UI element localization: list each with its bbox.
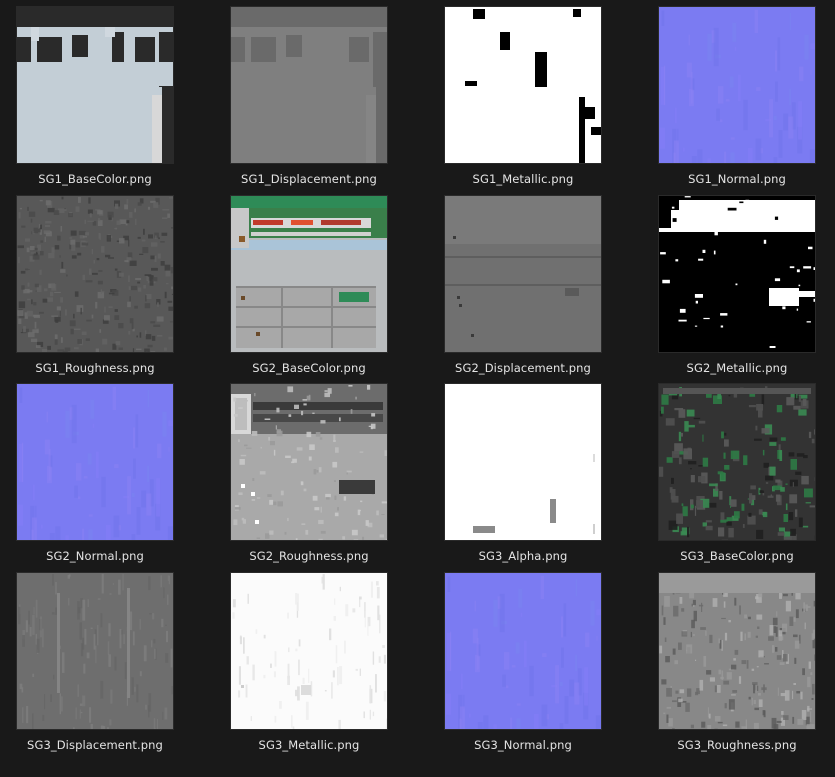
file-name-label: SG3_Alpha.png (478, 549, 568, 563)
file-thumbnail-grid: SG1_BaseColor.png SG1_Displacement.png S… (0, 0, 835, 777)
file-tile[interactable]: SG2_Roughness.png (219, 383, 399, 569)
file-tile[interactable]: SG2_Normal.png (5, 383, 185, 569)
texture-thumbnail (658, 195, 816, 353)
texture-thumbnail (230, 195, 388, 353)
texture-thumbnail (16, 6, 174, 164)
file-tile[interactable]: SG1_Displacement.png (219, 6, 399, 192)
texture-thumbnail (230, 572, 388, 730)
file-tile[interactable]: SG2_BaseColor.png (219, 195, 399, 381)
file-name-label: SG2_Roughness.png (249, 549, 369, 563)
file-tile[interactable]: SG2_Displacement.png (433, 195, 613, 381)
texture-thumbnail (230, 383, 388, 541)
file-tile[interactable]: SG3_Metallic.png (219, 572, 399, 758)
file-name-label: SG2_Metallic.png (686, 361, 788, 375)
file-name-label: SG2_Displacement.png (455, 361, 591, 375)
file-tile[interactable]: SG3_Displacement.png (5, 572, 185, 758)
texture-thumbnail (444, 383, 602, 541)
file-name-label: SG3_BaseColor.png (680, 549, 794, 563)
file-name-label: SG3_Displacement.png (27, 738, 163, 752)
file-name-label: SG2_BaseColor.png (252, 361, 366, 375)
file-tile[interactable]: SG3_BaseColor.png (647, 383, 827, 569)
file-tile[interactable]: SG3_Roughness.png (647, 572, 827, 758)
file-name-label: SG3_Normal.png (474, 738, 572, 752)
file-tile[interactable]: SG3_Normal.png (433, 572, 613, 758)
texture-thumbnail (444, 572, 602, 730)
file-name-label: SG3_Roughness.png (677, 738, 797, 752)
file-name-label: SG2_Normal.png (46, 549, 144, 563)
file-name-label: SG1_Normal.png (688, 172, 786, 186)
texture-thumbnail (16, 572, 174, 730)
file-tile[interactable]: SG1_Roughness.png (5, 195, 185, 381)
texture-thumbnail (658, 383, 816, 541)
file-tile[interactable]: SG1_Metallic.png (433, 6, 613, 192)
file-name-label: SG1_Displacement.png (241, 172, 377, 186)
file-tile[interactable]: SG1_Normal.png (647, 6, 827, 192)
texture-thumbnail (16, 195, 174, 353)
texture-thumbnail (444, 195, 602, 353)
texture-thumbnail (230, 6, 388, 164)
file-name-label: SG1_BaseColor.png (38, 172, 152, 186)
file-name-label: SG1_Roughness.png (35, 361, 155, 375)
texture-thumbnail (16, 383, 174, 541)
texture-thumbnail (658, 572, 816, 730)
texture-thumbnail (658, 6, 816, 164)
texture-thumbnail (444, 6, 602, 164)
file-tile[interactable]: SG2_Metallic.png (647, 195, 827, 381)
file-tile[interactable]: SG3_Alpha.png (433, 383, 613, 569)
file-name-label: SG1_Metallic.png (472, 172, 574, 186)
file-name-label: SG3_Metallic.png (258, 738, 360, 752)
file-tile[interactable]: SG1_BaseColor.png (5, 6, 185, 192)
